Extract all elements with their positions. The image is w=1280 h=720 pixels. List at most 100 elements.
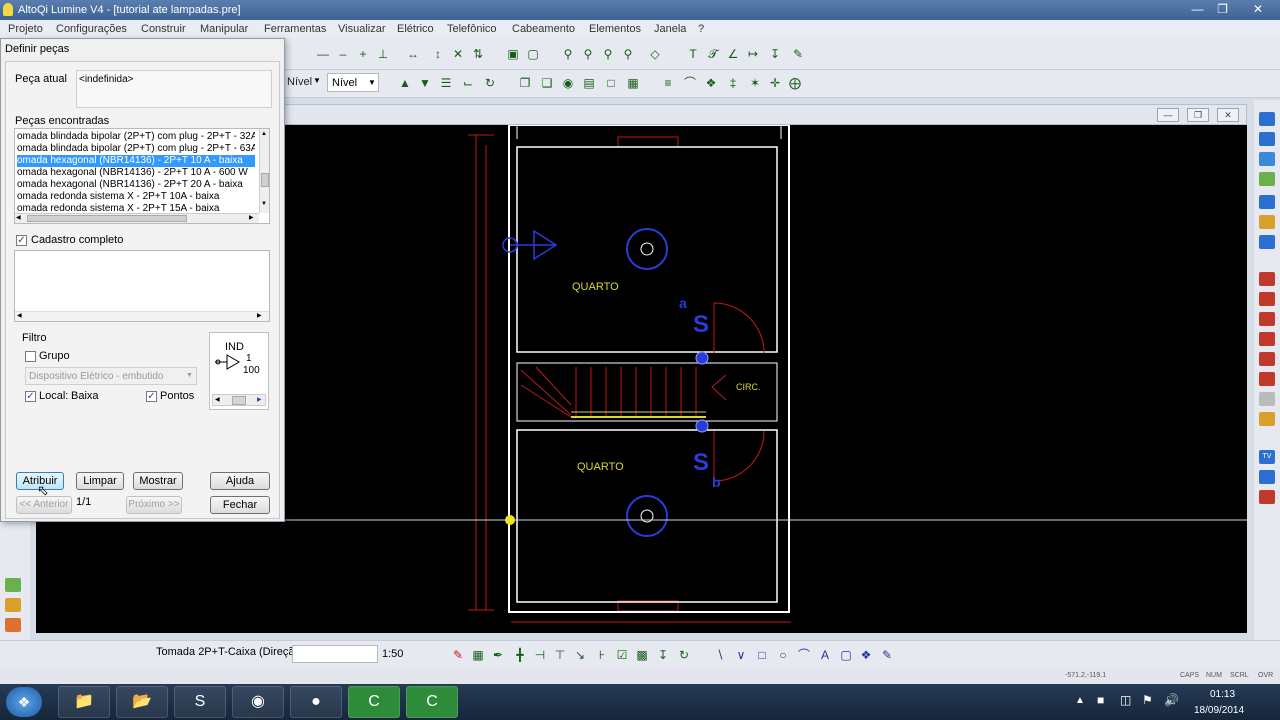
mostrar-button[interactable]: Mostrar — [133, 472, 183, 490]
arrow-tool-icon[interactable]: ↔ — [405, 46, 421, 62]
text-draw-icon[interactable]: A — [817, 647, 833, 663]
preview-thumb[interactable] — [232, 396, 246, 405]
split-tool-icon[interactable]: ↘ — [572, 647, 588, 663]
menu-telefonico[interactable]: Telefônico — [447, 23, 497, 35]
menu-manipular[interactable]: Manipular — [200, 23, 248, 35]
box-tool-icon[interactable] — [1259, 195, 1275, 209]
text-edit-icon[interactable]: 𝓣 — [705, 46, 721, 62]
scroll-down-icon[interactable]: ▼ — [261, 201, 267, 207]
panel-tool-icon[interactable] — [1259, 132, 1275, 146]
corner-icon[interactable]: ⌙ — [460, 75, 476, 91]
preview-scrollbar[interactable]: ◀ ▶ — [212, 394, 266, 406]
list-vertical-scrollbar[interactable]: ▲ ▼ — [259, 129, 269, 213]
grupo-checkbox[interactable] — [25, 351, 36, 362]
menu-cabeamento[interactable]: Cabeamento — [512, 23, 575, 35]
clock-time[interactable]: 01:13 — [1210, 689, 1235, 700]
save-icon[interactable]: ▣ — [505, 46, 521, 62]
zoom-window-icon[interactable]: ▢ — [525, 46, 541, 62]
pecas-list-item[interactable]: omada hexagonal (NBR14136) - 2P+T 10 A -… — [17, 167, 255, 179]
phone-outlet-icon[interactable] — [1259, 292, 1275, 306]
proximo-button[interactable]: Próximo >> — [126, 496, 182, 514]
mdi-restore-button[interactable]: ❐ — [1187, 108, 1209, 122]
tv-outlet-icon[interactable] — [1259, 470, 1275, 484]
ajuda-button[interactable]: Ajuda — [210, 472, 270, 490]
phone-tool-icon[interactable] — [1259, 272, 1275, 286]
junction-icon[interactable]: ❖ — [703, 75, 719, 91]
hatch-icon[interactable]: ▢ — [838, 647, 854, 663]
t-tool-icon[interactable]: ⊤ — [552, 647, 568, 663]
snap-tool-icon[interactable] — [5, 578, 21, 592]
cross-tool-icon[interactable]: + — [355, 46, 371, 62]
vertical-tool-icon[interactable]: ↕ — [430, 46, 446, 62]
menu-construir[interactable]: Construir — [141, 23, 186, 35]
dimension-icon[interactable]: ↦ — [745, 46, 761, 62]
conduit-icon[interactable]: ✶ — [747, 75, 763, 91]
pin-tool-icon[interactable] — [5, 598, 21, 612]
phone-line-icon[interactable] — [1259, 332, 1275, 346]
arc-draw-icon[interactable]: ⌒ — [796, 647, 812, 663]
local-checkbox[interactable]: ✓ — [25, 391, 36, 402]
pen-tool-icon[interactable]: ✒ — [490, 647, 506, 663]
scroll-right-icon[interactable]: ▶ — [249, 214, 254, 221]
align-tool-icon[interactable]: ⊦ — [594, 647, 610, 663]
limpar-button[interactable]: Limpar — [76, 472, 124, 490]
menu-eletrico[interactable]: Elétrico — [397, 23, 434, 35]
tray-flag-icon[interactable]: ⚑ — [1142, 693, 1153, 707]
rotate-tool-icon[interactable]: ↻ — [676, 647, 692, 663]
alarm-icon[interactable] — [1259, 412, 1275, 426]
refresh-icon[interactable]: ↻ — [482, 75, 498, 91]
minimize-button[interactable]: — — [1184, 0, 1211, 18]
paste-icon[interactable]: ❑ — [539, 75, 555, 91]
layer-up-icon[interactable]: ▲ — [397, 75, 413, 91]
tv-tool-icon[interactable]: TV — [1259, 450, 1275, 464]
copy-icon[interactable]: ❐ — [517, 75, 533, 91]
lamp-tool-icon[interactable] — [1259, 215, 1275, 229]
scroll-thumb[interactable] — [261, 173, 269, 187]
block-icon[interactable]: ❖ — [858, 647, 874, 663]
measure-icon[interactable]: ∠ — [725, 46, 741, 62]
list-icon[interactable]: ▤ — [581, 75, 597, 91]
pole-icon[interactable]: ✛ — [767, 75, 783, 91]
arc-icon[interactable]: ⌒ — [682, 75, 698, 91]
zoom-icon[interactable]: ⚲ — [600, 46, 616, 62]
circle-icon[interactable]: ○ — [775, 647, 791, 663]
pecas-list-item[interactable]: omada hexagonal (NBR14136) - 2P+T 20 A -… — [17, 179, 255, 191]
scroll-left-icon[interactable]: ◀ — [16, 214, 21, 221]
skype-icon[interactable]: S — [174, 686, 226, 718]
mdi-close-button[interactable]: ✕ — [1217, 108, 1239, 122]
layers-icon[interactable]: ◇ — [647, 46, 663, 62]
menu-configuracoes[interactable]: Configurações — [56, 23, 127, 35]
start-button[interactable]: ❖ — [6, 687, 42, 717]
detail-horizontal-scrollbar[interactable]: ◀ ▶ — [15, 311, 269, 321]
target-icon[interactable]: ⨁ — [787, 75, 803, 91]
line-draw-icon[interactable]: ∖ — [712, 647, 728, 663]
camtasia-icon[interactable]: C — [348, 686, 400, 718]
camtasia-recorder-icon[interactable]: C — [406, 686, 458, 718]
break-tool-icon[interactable]: ↧ — [655, 647, 671, 663]
dash-tool-icon[interactable]: – — [335, 46, 351, 62]
document-icon[interactable]: □ — [603, 75, 619, 91]
layer-down-icon[interactable]: ▼ — [417, 75, 433, 91]
tray-chevron-icon[interactable]: ▲ — [1075, 695, 1085, 706]
list-horizontal-scrollbar[interactable]: ◀ ▶ — [15, 213, 259, 223]
chart-icon[interactable]: ▦ — [625, 75, 641, 91]
cadastro-completo-checkbox[interactable]: ✓ — [16, 235, 27, 246]
chevron-down-icon[interactable]: ▼ — [313, 76, 321, 85]
circuit-icon[interactable]: ‡ — [725, 75, 741, 91]
pencil-icon[interactable]: ✎ — [790, 46, 806, 62]
wall-tool-icon[interactable]: ▦ — [470, 647, 486, 663]
scroll-right-icon[interactable]: ▶ — [257, 396, 262, 403]
menu-janela[interactable]: Janela — [654, 23, 686, 35]
sensor-tool-icon[interactable] — [1259, 235, 1275, 249]
scroll-up-icon[interactable]: ▲ — [261, 131, 267, 137]
wire-icon[interactable]: ≡ — [660, 75, 676, 91]
zoom-out-icon[interactable]: ⚲ — [620, 46, 636, 62]
menu-visualizar[interactable]: Visualizar — [338, 23, 386, 35]
fechar-button[interactable]: Fechar — [210, 496, 270, 514]
antenna-icon[interactable] — [1259, 392, 1275, 406]
scroll-right-icon[interactable]: ▶ — [257, 312, 262, 319]
diagonal-tool-icon[interactable]: ✕ — [450, 46, 466, 62]
h-scroll-thumb[interactable] — [27, 215, 187, 222]
outlet-tool-icon[interactable] — [1259, 112, 1275, 126]
pecas-list-item[interactable]: omada redonda sistema X - 2P+T 10A - bai… — [17, 191, 255, 203]
